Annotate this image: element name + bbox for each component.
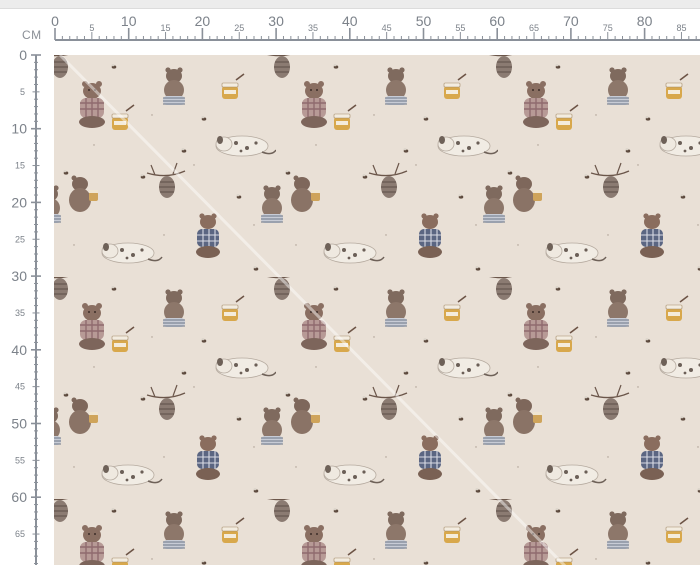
v-ruler-major-label: 20 [11, 194, 27, 210]
h-ruler-minor-label: 35 [308, 23, 318, 33]
h-ruler-minor-label: 55 [455, 23, 465, 33]
v-ruler-major-label: 50 [11, 416, 27, 432]
h-ruler-major-label: 70 [563, 13, 579, 29]
v-ruler-minor-label: 55 [15, 455, 25, 465]
v-ruler-minor-label: 45 [15, 382, 25, 392]
h-ruler-major-label: 20 [195, 13, 211, 29]
h-ruler-major-label: 10 [121, 13, 137, 29]
h-ruler-major-label: 60 [489, 13, 505, 29]
fabric-pattern-preview [54, 55, 700, 565]
h-ruler-minor-label: 45 [382, 23, 392, 33]
h-ruler-minor-label: 85 [676, 23, 686, 33]
vertical-ruler: 0 10 20 30 40 50 60 5 15 25 35 45 55 65 [11, 47, 41, 565]
h-ruler-minor-label: 25 [234, 23, 244, 33]
v-ruler-major-label: 40 [11, 342, 27, 358]
v-ruler-minor-label: 5 [20, 87, 25, 97]
h-ruler-minor-label: 75 [603, 23, 613, 33]
v-ruler-major-label: 10 [11, 121, 27, 137]
v-ruler-minor-label: 35 [15, 308, 25, 318]
v-ruler-minor-label: 25 [15, 234, 25, 244]
h-ruler-minor-label: 15 [161, 23, 171, 33]
h-ruler-major-label: 50 [416, 13, 432, 29]
h-ruler-minor-label: 65 [529, 23, 539, 33]
v-ruler-major-label: 0 [19, 47, 27, 63]
top-bar [0, 0, 700, 9]
v-ruler-major-label: 30 [11, 268, 27, 284]
h-ruler-major-label: 40 [342, 13, 358, 29]
v-ruler-minor-label: 15 [15, 161, 25, 171]
h-ruler-minor-label: 5 [89, 23, 94, 33]
horizontal-ruler: 0 10 20 30 40 50 60 70 805 15 25 35 45 55 65 75 85 [51, 13, 700, 41]
v-ruler-minor-label: 65 [15, 529, 25, 539]
fabric-background [54, 55, 700, 565]
v-ruler-major-label: 60 [11, 489, 27, 505]
h-ruler-major-label: 80 [637, 13, 653, 29]
h-ruler-major-label: 30 [268, 13, 284, 29]
